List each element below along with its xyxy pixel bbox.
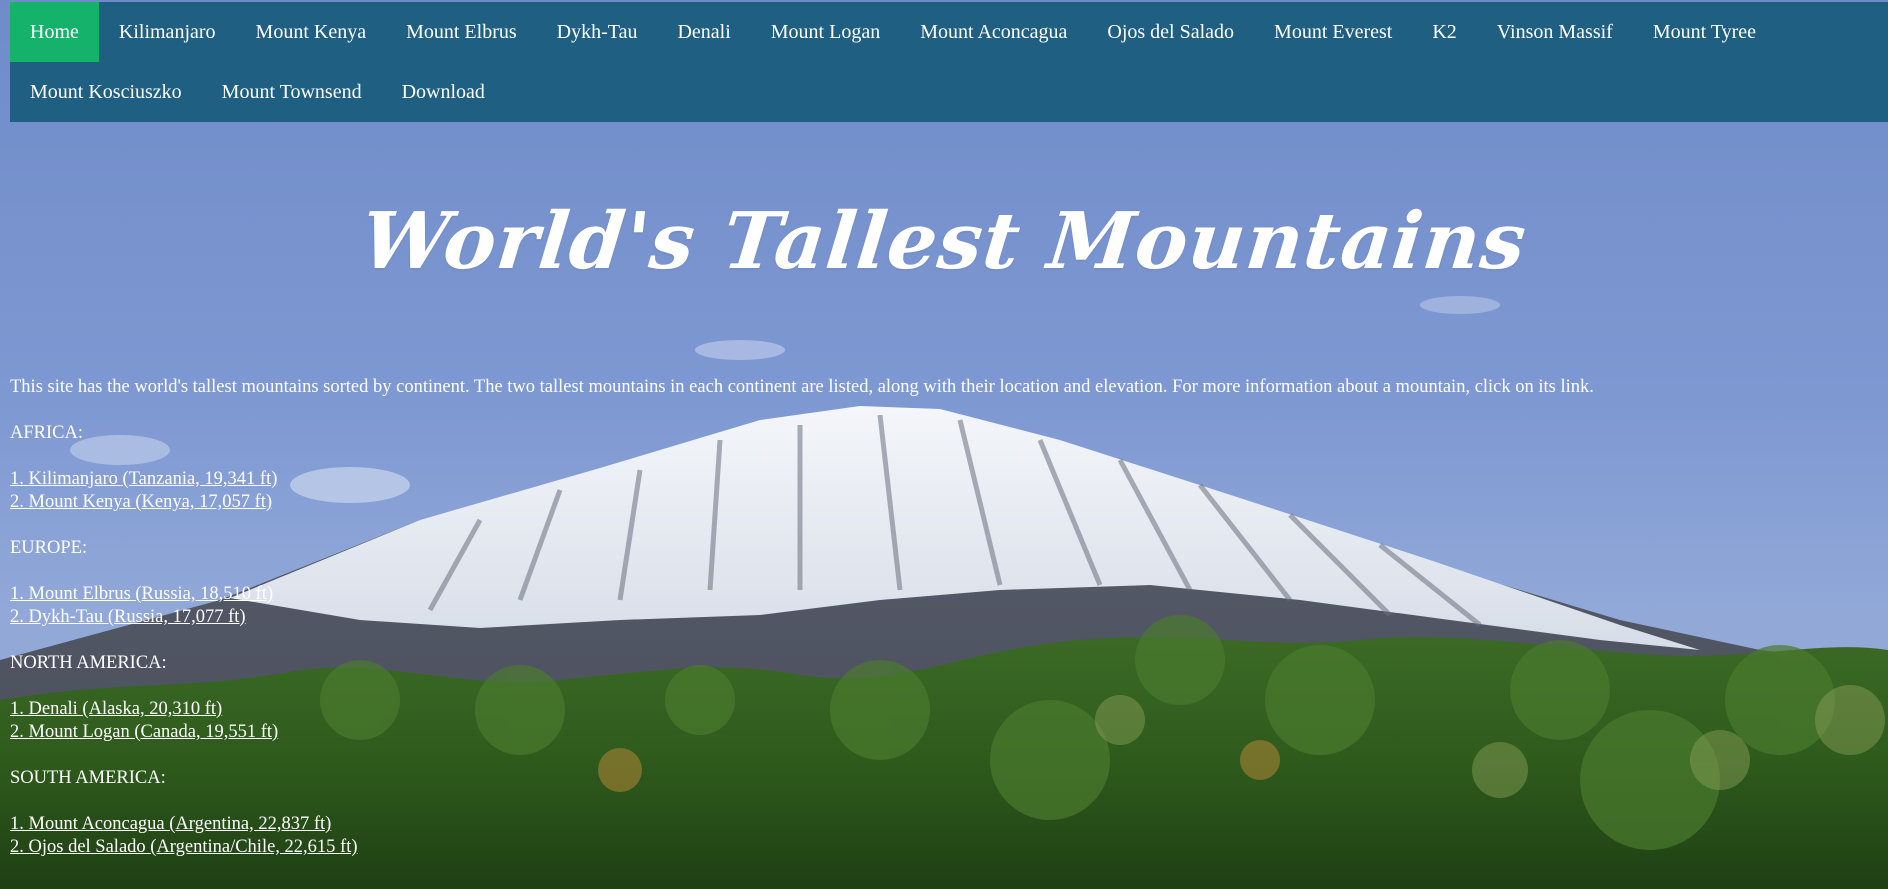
continent-heading: EUROPE: xyxy=(10,538,88,558)
mountain-link-denali[interactable]: 1. Denali (Alaska, 20,310 ft) xyxy=(10,698,1860,721)
mountain-link-ojos-del-salado[interactable]: 2. Ojos del Salado (Argentina/Chile, 22,… xyxy=(10,836,1860,859)
page: Home Kilimanjaro Mount Kenya Mount Elbrus Dy… xyxy=(0,0,1888,889)
mountain-link-dykh-tau[interactable]: 2. Dykh-Tau (Russia, 17,077 ft) xyxy=(10,606,1860,629)
continent-heading: SOUTH AMERICA: xyxy=(10,768,166,788)
mountain-links: 1. Mount Aconcagua (Argentina, 22,837 ft… xyxy=(10,813,1860,859)
mountain-link-mount-elbrus[interactable]: 1. Mount Elbrus (Russia, 18,510 ft) xyxy=(10,583,1860,606)
intro-text: This site has the world's tallest mounta… xyxy=(10,377,1594,397)
nav-item-download[interactable]: Download xyxy=(382,62,505,122)
nav-item-denali[interactable]: Denali xyxy=(657,2,750,62)
continent-heading: NORTH AMERICA: xyxy=(10,653,167,673)
page-title: World's Tallest Mountains xyxy=(357,196,1531,287)
mountain-link-mount-logan[interactable]: 2. Mount Logan (Canada, 19,551 ft) xyxy=(10,721,1860,744)
nav-item-vinson-massif[interactable]: Vinson Massif xyxy=(1477,2,1633,62)
mountain-links: 1. Denali (Alaska, 20,310 ft) 2. Mount L… xyxy=(10,698,1860,744)
nav-item-dykh-tau[interactable]: Dykh-Tau xyxy=(537,2,658,62)
main-content: This site has the world's tallest mounta… xyxy=(10,376,1860,882)
nav-item-k2[interactable]: K2 xyxy=(1412,2,1476,62)
mountain-link-mount-aconcagua[interactable]: 1. Mount Aconcagua (Argentina, 22,837 ft… xyxy=(10,813,1860,836)
nav-row-2: Mount Kosciuszko Mount Townsend Download xyxy=(10,62,505,122)
continent-south-america: SOUTH AMERICA: 1. Mount Aconcagua (Argen… xyxy=(10,767,1860,859)
continent-north-america: NORTH AMERICA: 1. Denali (Alaska, 20,310… xyxy=(10,652,1860,744)
nav-item-mount-logan[interactable]: Mount Logan xyxy=(751,2,900,62)
nav-item-mount-everest[interactable]: Mount Everest xyxy=(1254,2,1412,62)
top-navigation: Home Kilimanjaro Mount Kenya Mount Elbrus Dy… xyxy=(10,2,1888,122)
mountain-links: 1. Mount Elbrus (Russia, 18,510 ft) 2. D… xyxy=(10,583,1860,629)
nav-item-mount-kosciuszko[interactable]: Mount Kosciuszko xyxy=(10,62,202,122)
nav-item-mount-tyree[interactable]: Mount Tyree xyxy=(1633,2,1776,62)
nav-item-mount-kenya[interactable]: Mount Kenya xyxy=(236,2,387,62)
nav-item-mount-townsend[interactable]: Mount Townsend xyxy=(202,62,382,122)
nav-item-ojos-del-salado[interactable]: Ojos del Salado xyxy=(1087,2,1254,62)
nav-item-mount-elbrus[interactable]: Mount Elbrus xyxy=(386,2,537,62)
nav-item-kilimanjaro[interactable]: Kilimanjaro xyxy=(99,2,236,62)
continent-heading: AFRICA: xyxy=(10,423,83,443)
nav-item-home[interactable]: Home xyxy=(10,2,99,62)
continent-africa: AFRICA: 1. Kilimanjaro (Tanzania, 19,341… xyxy=(10,422,1860,514)
nav-item-mount-aconcagua[interactable]: Mount Aconcagua xyxy=(900,2,1087,62)
mountain-links: 1. Kilimanjaro (Tanzania, 19,341 ft) 2. … xyxy=(10,468,1860,514)
mountain-link-mount-kenya[interactable]: 2. Mount Kenya (Kenya, 17,057 ft) xyxy=(10,491,1860,514)
continent-europe: EUROPE: 1. Mount Elbrus (Russia, 18,510 … xyxy=(10,537,1860,629)
mountain-link-kilimanjaro[interactable]: 1. Kilimanjaro (Tanzania, 19,341 ft) xyxy=(10,468,1860,491)
nav-row-1: Home Kilimanjaro Mount Kenya Mount Elbrus Dy… xyxy=(10,2,1776,62)
